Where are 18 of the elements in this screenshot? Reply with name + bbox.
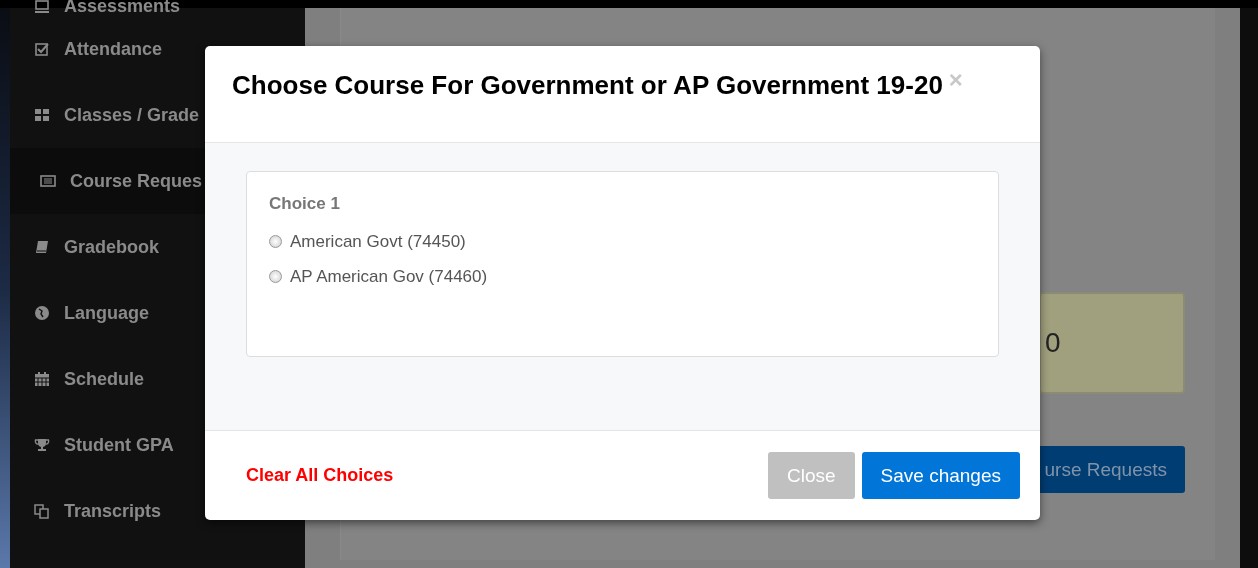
value-box: 0 xyxy=(1039,292,1185,394)
radio-button[interactable] xyxy=(269,270,282,283)
modal-title: Choose Course For Government or AP Government 19-20 xyxy=(232,70,943,101)
globe-icon xyxy=(34,305,50,321)
copy-icon xyxy=(34,503,50,519)
trophy-icon xyxy=(34,437,50,453)
sidebar-item[interactable]: Schedule xyxy=(10,346,305,412)
grid-icon xyxy=(34,107,50,123)
monitor-icon xyxy=(34,0,50,14)
clear-choices-link[interactable]: Clear All Choices xyxy=(246,465,394,486)
save-button[interactable]: Save changes xyxy=(861,452,1020,499)
list-icon xyxy=(40,173,56,189)
radio-button[interactable] xyxy=(269,235,282,248)
check-icon xyxy=(34,41,50,57)
option-label: American Govt (74450) xyxy=(290,231,466,252)
calendar-icon xyxy=(34,371,50,387)
book-icon xyxy=(34,239,50,255)
option-label: AP American Gov (74460) xyxy=(290,266,488,287)
